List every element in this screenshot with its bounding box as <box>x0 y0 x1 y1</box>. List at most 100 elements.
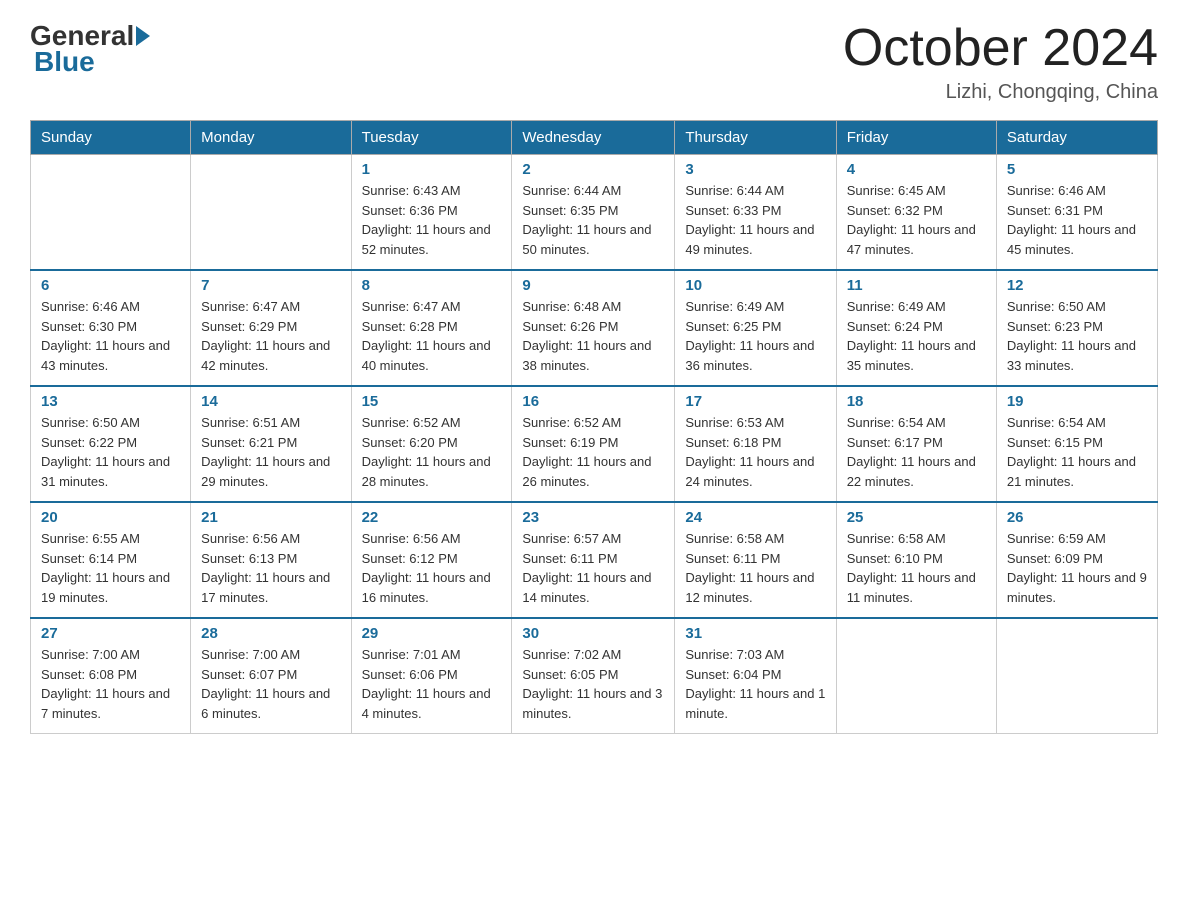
calendar-week-row: 1 Sunrise: 6:43 AMSunset: 6:36 PMDaylight… <box>31 155 1158 271</box>
logo: General Blue <box>30 20 152 78</box>
day-info: Sunrise: 6:58 AMSunset: 6:10 PMDaylight:… <box>847 529 986 607</box>
day-info: Sunrise: 6:54 AMSunset: 6:15 PMDaylight:… <box>1007 413 1147 491</box>
day-number: 28 <box>201 625 340 642</box>
day-info: Sunrise: 6:49 AMSunset: 6:24 PMDaylight:… <box>847 297 986 375</box>
day-info: Sunrise: 6:50 AMSunset: 6:22 PMDaylight:… <box>41 413 180 491</box>
day-info: Sunrise: 6:50 AMSunset: 6:23 PMDaylight:… <box>1007 297 1147 375</box>
day-number: 26 <box>1007 509 1147 526</box>
day-number: 25 <box>847 509 986 526</box>
day-number: 16 <box>522 393 664 410</box>
day-info: Sunrise: 6:45 AMSunset: 6:32 PMDaylight:… <box>847 181 986 259</box>
day-info: Sunrise: 6:58 AMSunset: 6:11 PMDaylight:… <box>685 529 825 607</box>
table-row: 31 Sunrise: 7:03 AMSunset: 6:04 PMDayligh… <box>675 618 836 734</box>
day-number: 13 <box>41 393 180 410</box>
table-row: 20 Sunrise: 6:55 AMSunset: 6:14 PMDayligh… <box>31 502 191 618</box>
day-info: Sunrise: 6:51 AMSunset: 6:21 PMDaylight:… <box>201 413 340 491</box>
calendar-week-row: 20 Sunrise: 6:55 AMSunset: 6:14 PMDayligh… <box>31 502 1158 618</box>
table-row: 25 Sunrise: 6:58 AMSunset: 6:10 PMDayligh… <box>836 502 996 618</box>
day-number: 31 <box>685 625 825 642</box>
header-wednesday: Wednesday <box>512 121 675 155</box>
day-info: Sunrise: 7:02 AMSunset: 6:05 PMDaylight:… <box>522 645 664 723</box>
day-info: Sunrise: 6:48 AMSunset: 6:26 PMDaylight:… <box>522 297 664 375</box>
day-number: 23 <box>522 509 664 526</box>
calendar-week-row: 27Sunrise: 7:00 AMSunset: 6:08 PMDayligh… <box>31 618 1158 734</box>
table-row <box>31 155 191 271</box>
table-row: 11Sunrise: 6:49 AMSunset: 6:24 PMDayligh… <box>836 270 996 386</box>
day-number: 1 <box>362 161 502 178</box>
table-row: 2Sunrise: 6:44 AMSunset: 6:35 PMDaylight… <box>512 155 675 271</box>
day-info: Sunrise: 6:54 AMSunset: 6:17 PMDaylight:… <box>847 413 986 491</box>
table-row: 3 Sunrise: 6:44 AMSunset: 6:33 PMDaylight… <box>675 155 836 271</box>
day-number: 19 <box>1007 393 1147 410</box>
day-number: 20 <box>41 509 180 526</box>
table-row <box>996 618 1157 734</box>
table-row: 30Sunrise: 7:02 AMSunset: 6:05 PMDayligh… <box>512 618 675 734</box>
table-row: 9 Sunrise: 6:48 AMSunset: 6:26 PMDaylight… <box>512 270 675 386</box>
table-row: 12 Sunrise: 6:50 AMSunset: 6:23 PMDayligh… <box>996 270 1157 386</box>
table-row: 4 Sunrise: 6:45 AMSunset: 6:32 PMDaylight… <box>836 155 996 271</box>
day-number: 15 <box>362 393 502 410</box>
day-info: Sunrise: 7:01 AMSunset: 6:06 PMDaylight:… <box>362 645 502 723</box>
table-row: 23 Sunrise: 6:57 AMSunset: 6:11 PMDayligh… <box>512 502 675 618</box>
header-friday: Friday <box>836 121 996 155</box>
table-row: 28 Sunrise: 7:00 AMSunset: 6:07 PMDayligh… <box>191 618 351 734</box>
day-info: Sunrise: 6:49 AMSunset: 6:25 PMDaylight:… <box>685 297 825 375</box>
header-saturday: Saturday <box>996 121 1157 155</box>
day-info: Sunrise: 7:00 AMSunset: 6:07 PMDaylight:… <box>201 645 340 723</box>
table-row: 18 Sunrise: 6:54 AMSunset: 6:17 PMDayligh… <box>836 386 996 502</box>
table-row <box>191 155 351 271</box>
day-number: 18 <box>847 393 986 410</box>
header-sunday: Sunday <box>31 121 191 155</box>
day-info: Sunrise: 6:52 AMSunset: 6:20 PMDaylight:… <box>362 413 502 491</box>
table-row: 27Sunrise: 7:00 AMSunset: 6:08 PMDayligh… <box>31 618 191 734</box>
table-row: 13 Sunrise: 6:50 AMSunset: 6:22 PMDayligh… <box>31 386 191 502</box>
calendar-week-row: 6Sunrise: 6:46 AMSunset: 6:30 PMDaylight… <box>31 270 1158 386</box>
logo-blue-text: Blue <box>34 46 95 77</box>
day-info: Sunrise: 6:56 AMSunset: 6:13 PMDaylight:… <box>201 529 340 607</box>
day-info: Sunrise: 6:44 AMSunset: 6:33 PMDaylight:… <box>685 181 825 259</box>
day-number: 21 <box>201 509 340 526</box>
day-number: 17 <box>685 393 825 410</box>
day-number: 4 <box>847 161 986 178</box>
month-year-title: October 2024 <box>843 20 1158 77</box>
page-header: General Blue October 2024 Lizhi, Chongqi… <box>30 20 1158 104</box>
table-row: 6Sunrise: 6:46 AMSunset: 6:30 PMDaylight… <box>31 270 191 386</box>
calendar-week-row: 13 Sunrise: 6:50 AMSunset: 6:22 PMDayligh… <box>31 386 1158 502</box>
day-info: Sunrise: 7:03 AMSunset: 6:04 PMDaylight:… <box>685 645 825 723</box>
location-text: Lizhi, Chongqing, China <box>843 81 1158 104</box>
day-number: 29 <box>362 625 502 642</box>
table-row: 17 Sunrise: 6:53 AMSunset: 6:18 PMDayligh… <box>675 386 836 502</box>
day-number: 12 <box>1007 277 1147 294</box>
table-row: 1 Sunrise: 6:43 AMSunset: 6:36 PMDaylight… <box>351 155 512 271</box>
day-info: Sunrise: 6:47 AMSunset: 6:28 PMDaylight:… <box>362 297 502 375</box>
day-number: 14 <box>201 393 340 410</box>
header-monday: Monday <box>191 121 351 155</box>
table-row: 5Sunrise: 6:46 AMSunset: 6:31 PMDaylight… <box>996 155 1157 271</box>
day-info: Sunrise: 6:57 AMSunset: 6:11 PMDaylight:… <box>522 529 664 607</box>
day-number: 24 <box>685 509 825 526</box>
table-row: 14 Sunrise: 6:51 AMSunset: 6:21 PMDayligh… <box>191 386 351 502</box>
table-row: 8 Sunrise: 6:47 AMSunset: 6:28 PMDaylight… <box>351 270 512 386</box>
day-number: 22 <box>362 509 502 526</box>
table-row: 24 Sunrise: 6:58 AMSunset: 6:11 PMDayligh… <box>675 502 836 618</box>
day-info: Sunrise: 6:55 AMSunset: 6:14 PMDaylight:… <box>41 529 180 607</box>
day-number: 3 <box>685 161 825 178</box>
day-number: 9 <box>522 277 664 294</box>
table-row: 19 Sunrise: 6:54 AMSunset: 6:15 PMDayligh… <box>996 386 1157 502</box>
day-info: Sunrise: 6:44 AMSunset: 6:35 PMDaylight:… <box>522 181 664 259</box>
day-number: 8 <box>362 277 502 294</box>
table-row: 21 Sunrise: 6:56 AMSunset: 6:13 PMDayligh… <box>191 502 351 618</box>
day-info: Sunrise: 6:59 AMSunset: 6:09 PMDaylight:… <box>1007 529 1147 607</box>
header-tuesday: Tuesday <box>351 121 512 155</box>
table-row: 26 Sunrise: 6:59 AMSunset: 6:09 PMDayligh… <box>996 502 1157 618</box>
calendar-header-row: Sunday Monday Tuesday Wednesday Thursday… <box>31 121 1158 155</box>
day-info: Sunrise: 6:53 AMSunset: 6:18 PMDaylight:… <box>685 413 825 491</box>
header-thursday: Thursday <box>675 121 836 155</box>
table-row: 10 Sunrise: 6:49 AMSunset: 6:25 PMDayligh… <box>675 270 836 386</box>
day-number: 10 <box>685 277 825 294</box>
day-info: Sunrise: 6:46 AMSunset: 6:30 PMDaylight:… <box>41 297 180 375</box>
table-row: 29 Sunrise: 7:01 AMSunset: 6:06 PMDayligh… <box>351 618 512 734</box>
day-info: Sunrise: 7:00 AMSunset: 6:08 PMDaylight:… <box>41 645 180 723</box>
day-info: Sunrise: 6:43 AMSunset: 6:36 PMDaylight:… <box>362 181 502 259</box>
table-row: 7Sunrise: 6:47 AMSunset: 6:29 PMDaylight… <box>191 270 351 386</box>
